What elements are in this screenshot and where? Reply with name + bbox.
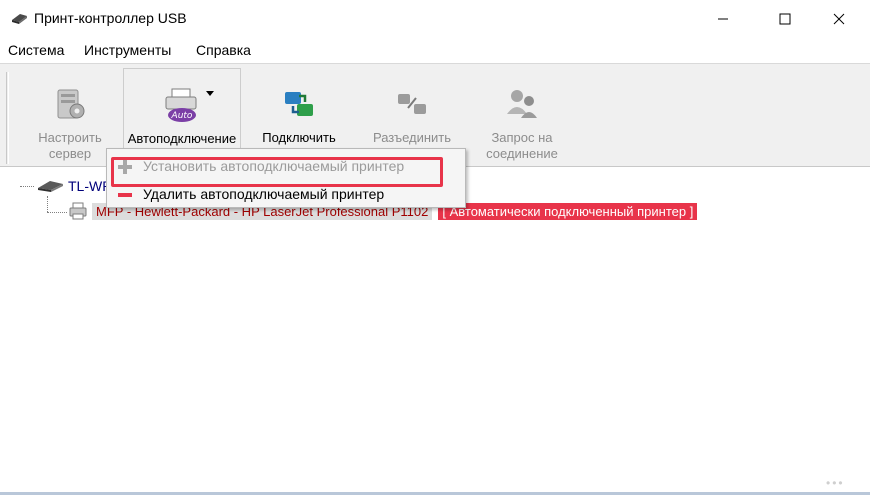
tree-node-server[interactable]: TL-WR bbox=[36, 178, 112, 194]
auto-printer-icon: Auto bbox=[162, 85, 214, 125]
maximize-icon bbox=[779, 13, 791, 25]
menu-item-remove-autoconnect-printer[interactable]: Удалить автоподключаемый принтер bbox=[107, 183, 465, 207]
connect-label: Подключить bbox=[262, 130, 336, 145]
tree-connector bbox=[47, 212, 67, 213]
menu-bar: Система Инструменты Справка bbox=[0, 38, 870, 62]
auto-badge-text: Auto bbox=[171, 111, 193, 121]
connection-request-label-line2: соединение bbox=[486, 146, 558, 161]
close-icon bbox=[833, 13, 845, 25]
watermark: ••• bbox=[826, 476, 845, 490]
device-tree: TL-WR MFP - Hewlett-Packard - HP LaserJe… bbox=[0, 168, 870, 492]
minimize-icon bbox=[718, 18, 728, 20]
connection-request-label-line1: Запрос на bbox=[491, 130, 553, 145]
configure-server-button[interactable]: Настроить сервер bbox=[30, 68, 110, 164]
menu-tools[interactable]: Инструменты bbox=[84, 42, 171, 58]
menu-item-label: Удалить автоподключаемый принтер bbox=[143, 186, 385, 202]
server-settings-icon bbox=[50, 84, 90, 124]
printer-icon bbox=[69, 202, 87, 220]
disconnect-icon bbox=[392, 84, 432, 124]
configure-server-label-line2: сервер bbox=[48, 146, 92, 161]
usb-printer-app-icon bbox=[12, 14, 27, 24]
menu-help[interactable]: Справка bbox=[196, 42, 251, 58]
menu-item-set-autoconnect-printer[interactable]: Установить автоподключаемый принтер bbox=[107, 155, 465, 187]
tree-connector bbox=[20, 186, 34, 187]
printer-status-badge: [ Автоматически подключенный принтер ] bbox=[438, 202, 698, 220]
configure-server-label-line1: Настроить bbox=[38, 130, 102, 145]
autoconnect-dropdown-menu: Установить автоподключаемый принтер Удал… bbox=[106, 148, 466, 208]
menu-system[interactable]: Система bbox=[8, 42, 64, 58]
tree-connector bbox=[47, 196, 48, 212]
maximize-button[interactable] bbox=[762, 0, 808, 38]
users-request-icon bbox=[502, 84, 542, 124]
title-bar: Принт-контроллер USB bbox=[0, 0, 870, 38]
close-button[interactable] bbox=[816, 0, 862, 38]
connect-icon bbox=[279, 84, 319, 124]
toolbar-grip bbox=[6, 72, 9, 164]
connection-request-button[interactable]: Запрос на соединение bbox=[476, 68, 568, 164]
chevron-down-icon[interactable] bbox=[206, 91, 214, 96]
autoconnect-label: Автоподключение bbox=[127, 131, 237, 146]
window-title: Принт-контроллер USB bbox=[34, 10, 187, 26]
minus-icon bbox=[118, 193, 132, 197]
minimize-button[interactable] bbox=[700, 0, 746, 38]
router-icon bbox=[38, 181, 63, 192]
disconnect-label: Разъединить bbox=[372, 130, 452, 145]
